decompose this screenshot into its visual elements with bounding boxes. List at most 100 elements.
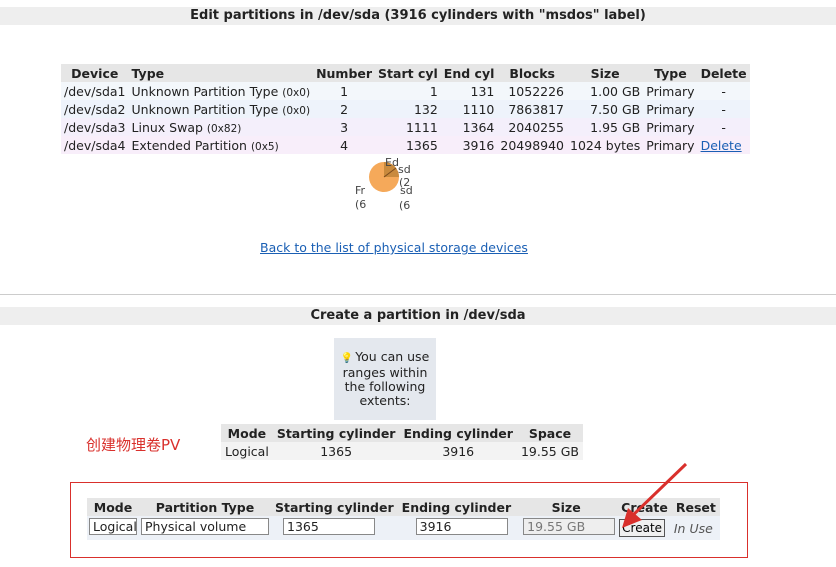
space-cell: 19.55 GB <box>516 442 583 460</box>
col-type: Type <box>128 64 314 82</box>
type-text: Linux Swap <box>131 119 203 135</box>
type-cell: Unknown Partition Type (0x0) <box>128 100 314 118</box>
number-cell: 4 <box>313 136 376 154</box>
type-code: (0x82) <box>206 122 242 135</box>
pie-label-free: Fr <box>355 184 366 197</box>
extents-info-content: 💡 You can use ranges within the following… <box>334 350 436 408</box>
blocks-cell: 1052226 <box>497 82 568 100</box>
number-cell: 3 <box>313 118 376 136</box>
partition-type-cell: Physical volume <box>139 516 271 540</box>
start-cell: 1365 <box>272 442 400 460</box>
size-cell: 19.55 GB <box>515 516 618 540</box>
type-text: Extended Partition <box>131 137 247 153</box>
delete-partition-link[interactable]: Delete <box>701 138 742 153</box>
extents-table: Mode Starting cylinder Ending cylinder S… <box>221 424 583 460</box>
back-to-devices-link[interactable]: Back to the list of physical storage dev… <box>260 240 528 255</box>
table-row: Logical 1365 3916 19.55 GB <box>221 442 583 460</box>
pie-label-sd1: sd <box>398 163 411 176</box>
start-cell: 1365 <box>271 516 398 540</box>
pie-label-sd2: sd <box>400 184 413 197</box>
ptype-cell: Primary <box>643 100 698 118</box>
col-size: Size <box>567 64 644 82</box>
partition-type-select[interactable]: Physical volume <box>141 518 269 535</box>
form-row: Logical Physical volume 1365 3916 19.55 … <box>87 516 720 540</box>
size-cell: 1.00 GB <box>567 82 644 100</box>
mode-cell: Logical <box>221 442 273 460</box>
device-cell: /dev/sda3 <box>61 118 129 136</box>
type-cell: Linux Swap (0x82) <box>128 118 314 136</box>
form-header-row: Mode Partition Type Starting cylinder En… <box>87 498 720 516</box>
start-cell: 1365 <box>375 136 441 154</box>
end-cell: 1364 <box>440 118 498 136</box>
col-space: Space <box>516 424 583 442</box>
ending-cylinder-input[interactable]: 3916 <box>415 518 508 535</box>
mode-cell: Logical <box>87 516 139 540</box>
end-cell: 3916 <box>399 442 517 460</box>
edit-section-title: Edit partitions in /dev/sda (3916 cylind… <box>0 7 836 25</box>
starting-cylinder-input[interactable]: 1365 <box>283 518 375 535</box>
table-row: /dev/sda3 Linux Swap (0x82) 3 1111 1364 … <box>61 118 750 136</box>
extents-info-text: You can use ranges within the following … <box>342 349 430 408</box>
create-cell: Create <box>617 516 672 540</box>
partitions-header-row: Device Type Number Start cyl End cyl Blo… <box>61 64 750 82</box>
size-cell: 1024 bytes <box>567 136 644 154</box>
col-mode: Mode <box>87 498 139 516</box>
type-code: (0x5) <box>250 140 279 153</box>
end-cell: 3916 <box>440 136 498 154</box>
mode-select[interactable]: Logical <box>89 518 137 535</box>
pie-label-free-size: (6 <box>355 198 367 211</box>
reset-cell: In Use <box>671 516 720 540</box>
delete-cell: - <box>697 82 750 100</box>
type-code: (0x0) <box>282 86 311 99</box>
create-button[interactable]: Create <box>619 519 666 537</box>
ptype-cell: Primary <box>643 136 698 154</box>
lightbulb-icon: 💡 <box>340 353 354 364</box>
ptype-cell: Primary <box>643 82 698 100</box>
extents-info-box: 💡 You can use ranges within the following… <box>334 338 436 420</box>
col-size: Size <box>515 498 618 516</box>
col-create: Create <box>617 498 672 516</box>
start-cell: 132 <box>375 100 441 118</box>
device-cell: /dev/sda2 <box>61 100 129 118</box>
col-delete: Delete <box>697 64 750 82</box>
col-partition-type: Partition Type <box>139 498 271 516</box>
col-end-cyl: End cyl <box>440 64 498 82</box>
end-cell: 1110 <box>440 100 498 118</box>
create-partition-form: Mode Partition Type Starting cylinder En… <box>87 498 720 540</box>
size-cell: 7.50 GB <box>567 100 644 118</box>
table-row: /dev/sda1 Unknown Partition Type (0x0) 1… <box>61 82 750 100</box>
number-cell: 1 <box>313 82 376 100</box>
delete-cell: - <box>697 100 750 118</box>
type-cell: Unknown Partition Type (0x0) <box>128 82 314 100</box>
col-reset: Reset <box>671 498 720 516</box>
col-blocks: Blocks <box>497 64 568 82</box>
annotation-create-pv: 创建物理卷PV <box>86 436 181 454</box>
col-mode: Mode <box>221 424 273 442</box>
col-start-cyl: Start cyl <box>375 64 441 82</box>
col-ending-cylinder: Ending cylinder <box>397 498 516 516</box>
end-cell: 3916 <box>397 516 516 540</box>
table-row: /dev/sda4 Extended Partition (0x5) 4 136… <box>61 136 750 154</box>
pie-label-ext: Ed <box>385 156 399 169</box>
device-cell: /dev/sda4 <box>61 136 129 154</box>
in-use-text: In Use <box>673 520 713 536</box>
device-cell: /dev/sda1 <box>61 82 129 100</box>
delete-cell: - <box>697 118 750 136</box>
type-code: (0x0) <box>282 104 311 117</box>
size-cell: 1.95 GB <box>567 118 644 136</box>
ptype-cell: Primary <box>643 118 698 136</box>
start-cell: 1 <box>375 82 441 100</box>
blocks-cell: 20498940 <box>497 136 568 154</box>
delete-cell: Delete <box>697 136 750 154</box>
pie-label-sd2-size: (6 <box>399 199 411 212</box>
col-ending-cylinder: Ending cylinder <box>399 424 517 442</box>
extents-header-row: Mode Starting cylinder Ending cylinder S… <box>221 424 583 442</box>
type-text: Unknown Partition Type <box>131 101 279 117</box>
type-text: Unknown Partition Type <box>131 83 279 99</box>
col-starting-cylinder: Starting cylinder <box>272 424 400 442</box>
type-cell: Extended Partition (0x5) <box>128 136 314 154</box>
table-row: /dev/sda2 Unknown Partition Type (0x0) 2… <box>61 100 750 118</box>
section-divider <box>0 294 836 295</box>
size-input: 19.55 GB <box>523 518 616 535</box>
col-device: Device <box>61 64 129 82</box>
